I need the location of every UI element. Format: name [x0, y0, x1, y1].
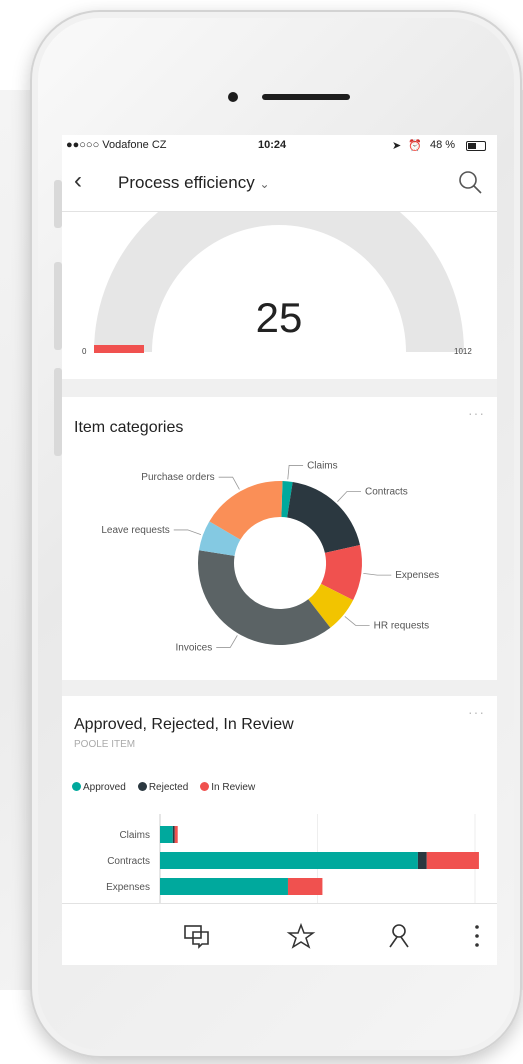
chevron-down-icon: ⌄	[259, 177, 270, 191]
donut-label: Invoices	[176, 642, 213, 653]
donut-leader-line	[218, 476, 240, 490]
gauge-max-label: 1012	[454, 347, 472, 356]
comments-icon[interactable]	[182, 922, 212, 950]
donut-leader-line	[287, 465, 304, 480]
bar-segment-in-review[interactable]	[287, 878, 323, 895]
bar-segment-in-review[interactable]	[426, 852, 479, 869]
bar-segment-approved[interactable]	[160, 826, 173, 843]
app-screen: ●●○○○ Vodafone CZ 10:24 ➤ ⏰ 48 % ‹ Proce…	[62, 135, 497, 965]
earpiece-speaker	[262, 94, 350, 100]
donut-label: Leave requests	[101, 525, 169, 536]
location-icon: ➤	[392, 140, 402, 152]
back-chevron-icon[interactable]: ‹	[74, 169, 82, 193]
status-bar: ●●○○○ Vodafone CZ 10:24 ➤ ⏰ 48 %	[62, 135, 497, 155]
bar-segment-rejected[interactable]	[172, 826, 175, 843]
page-title: Process efficiency	[118, 173, 255, 192]
camera-icon	[228, 92, 238, 102]
category-label: Claims	[119, 830, 150, 841]
bottom-tab-bar	[62, 903, 497, 965]
battery-percent: 48 %	[430, 139, 456, 151]
status-breakdown-card[interactable]: Approved, Rejected, In Review POOLE ITEM…	[62, 696, 497, 906]
bar-segment-in-review[interactable]	[174, 826, 178, 843]
donut-label: Contracts	[365, 486, 408, 497]
bar-segment-rejected[interactable]	[417, 852, 427, 869]
donut-label: Expenses	[395, 570, 439, 581]
donut-chart: Claims Contracts Expenses HR requests Invoic…	[101, 460, 439, 653]
nav-bar: ‹ Process efficiency ⌄	[62, 155, 497, 212]
gauge-fill	[94, 345, 144, 353]
donut-label: Claims	[307, 460, 338, 471]
mute-switch	[54, 180, 62, 228]
donut-leader-line	[337, 491, 361, 502]
donut-leader-line	[344, 616, 370, 626]
star-icon[interactable]	[286, 922, 316, 950]
bar-segment-approved[interactable]	[160, 852, 418, 869]
carrier-label: ●●○○○ Vodafone CZ	[66, 139, 167, 151]
battery-icon	[466, 141, 486, 151]
more-icon[interactable]	[470, 922, 484, 950]
search-icon[interactable]	[457, 169, 483, 195]
bar-segment-approved[interactable]	[160, 878, 288, 895]
gauge-card[interactable]: 25 0 1012	[62, 167, 497, 379]
volume-down-button	[54, 368, 62, 456]
donut-label: HR requests	[374, 620, 430, 631]
donut-leader-line	[173, 529, 202, 536]
alarm-icon: ⏰	[408, 140, 422, 152]
donut-label: Purchase orders	[141, 472, 214, 483]
gauge-min-label: 0	[82, 347, 87, 356]
stacked-bar-chart: Claims Contracts Expenses	[106, 814, 479, 906]
donut-slice-contracts[interactable]	[287, 481, 360, 553]
gauge-chart: 25 0 1012	[82, 167, 472, 356]
clock: 10:24	[258, 139, 287, 151]
item-categories-card[interactable]: Item categories ··· Claims Contracts Expen…	[62, 397, 497, 680]
volume-up-button	[54, 262, 62, 350]
report-title-dropdown[interactable]: Process efficiency ⌄	[118, 173, 270, 193]
donut-leader-line	[216, 635, 238, 648]
gauge-value: 25	[256, 294, 303, 341]
donut-leader-line	[363, 573, 392, 576]
person-icon[interactable]	[384, 922, 414, 950]
category-label: Contracts	[107, 856, 150, 867]
category-label: Expenses	[106, 882, 150, 893]
